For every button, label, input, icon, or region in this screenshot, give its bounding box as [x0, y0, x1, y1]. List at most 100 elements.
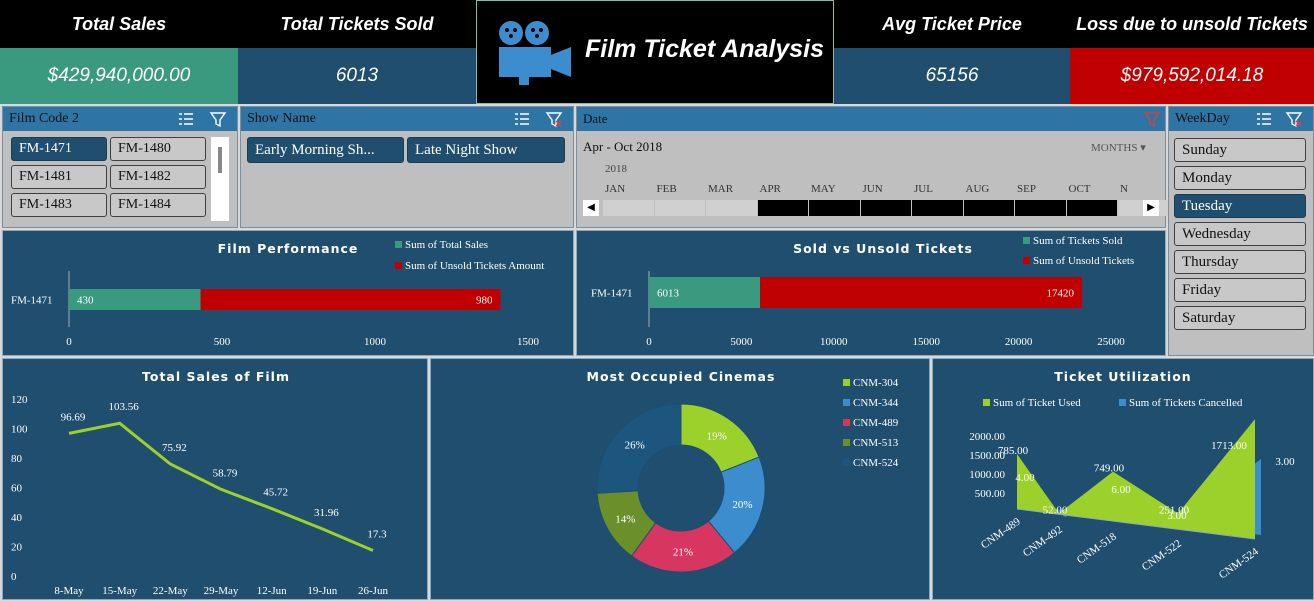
timeline-month-label: N: [1120, 183, 1128, 195]
multi-select-icon[interactable]: [513, 110, 531, 128]
tick-label: 40: [11, 512, 23, 524]
title-panel: Film Ticket Analysis: [476, 0, 834, 104]
timeline-month-cell[interactable]: [706, 200, 757, 216]
tick-label: 5000: [730, 336, 753, 348]
tick-label: 20000: [1005, 336, 1033, 348]
film-code-item[interactable]: FM-1482: [110, 165, 206, 189]
timeline-month-cell[interactable]: [963, 200, 1014, 216]
timeline-month-cell[interactable]: [1066, 200, 1117, 216]
total-sales-label: Total Sales: [0, 0, 238, 48]
tick-label: 8-May: [54, 585, 84, 597]
timeline-month-cell[interactable]: [912, 200, 963, 216]
tick-label: 1000: [364, 336, 387, 348]
tick-label: 26-Jun: [358, 585, 388, 597]
weekday-item[interactable]: Wednesday: [1174, 222, 1306, 246]
weekday-item[interactable]: Thursday: [1174, 250, 1306, 274]
data-label: 52.00: [1043, 504, 1068, 516]
weekday-item[interactable]: Saturday: [1174, 306, 1306, 330]
timeline-month-cell[interactable]: [654, 200, 705, 216]
timeline-month-label: SEP: [1017, 183, 1036, 195]
sold-vs-unsold-chart: Sold vs Unsold Tickets Sum of Tickets So…: [576, 230, 1166, 356]
weekday-item[interactable]: Tuesday: [1174, 194, 1306, 218]
movie-camera-icon: [499, 21, 571, 85]
film-performance-plot: FM-1471 430 980 0 500 1000 1500: [11, 271, 540, 348]
timeline-month-label: MAY: [811, 183, 836, 195]
timeline-month-cell[interactable]: [1015, 200, 1066, 216]
weekday-item[interactable]: Sunday: [1174, 138, 1306, 162]
total-sales-value: $429,940,000.00: [0, 48, 238, 104]
film-performance-chart: Film Performance Sum of Total Sales Sum …: [2, 230, 574, 356]
tick-label: 0: [66, 336, 72, 348]
bar-segment: [200, 289, 501, 310]
timeline-month-cell[interactable]: [603, 200, 654, 216]
date-timeline: Date Apr - Oct 2018 MONTHS ▾ 2018 JAN FEB…: [576, 106, 1169, 228]
multi-select-icon[interactable]: [177, 110, 195, 128]
tick-label: 22-May: [153, 585, 188, 597]
time-level-label: MONTHS: [1091, 142, 1138, 154]
category-label: FM-1471: [11, 295, 53, 307]
total-sales-line-chart: Total Sales of Film 0 20 40 60 80 100 120 96.69…: [2, 358, 428, 600]
film-code-item[interactable]: FM-1484: [110, 193, 206, 217]
weekday-item[interactable]: Friday: [1174, 278, 1306, 302]
total-sales-plot: 0 20 40 60 80 100 120 96.69 8-May 103.56 15-May 75.…: [11, 394, 388, 597]
data-label: 4.00: [1015, 472, 1035, 484]
tick-label: 15-May: [102, 585, 137, 597]
multi-select-icon[interactable]: [1255, 110, 1273, 128]
scroll-right-icon[interactable]: ▶: [1143, 200, 1159, 216]
avg-price-label: Avg Ticket Price: [834, 0, 1070, 48]
tick-label: CNM-518: [1075, 530, 1119, 566]
timeline-month-cell[interactable]: [757, 200, 808, 216]
tick-label: CNM-489: [979, 515, 1023, 551]
clear-filter-icon[interactable]: [545, 110, 563, 128]
tick-label: 10000: [820, 336, 848, 348]
tick-label: 120: [11, 394, 28, 406]
film-code-item[interactable]: FM-1483: [11, 193, 107, 217]
weekday-slicer-header: WeekDay: [1169, 107, 1313, 131]
timeline-month-label: JUL: [914, 183, 933, 195]
timeline-month-cell[interactable]: [860, 200, 911, 216]
data-label: 26%: [625, 440, 645, 452]
scroll-left-icon[interactable]: ◀: [583, 200, 599, 216]
tick-label: 2000.00: [969, 431, 1005, 443]
data-label: 45.72: [263, 487, 288, 499]
weekday-item[interactable]: Monday: [1174, 166, 1306, 190]
tick-label: 0: [11, 571, 17, 583]
loss-value: $979,592,014.18: [1070, 48, 1314, 104]
film-code-item[interactable]: FM-1480: [110, 137, 206, 161]
tick-label: 29-May: [204, 585, 239, 597]
timeline-month-label: AUG: [965, 183, 990, 195]
timeline-year: 2018: [605, 163, 627, 175]
timeline-months: JAN FEB MAR APR MAY JUN JUL AUG SEP OCT N: [577, 183, 1167, 197]
clear-filter-icon[interactable]: [1285, 110, 1303, 128]
data-label: 785.00: [998, 445, 1029, 457]
time-level-dropdown[interactable]: MONTHS ▾: [1091, 141, 1146, 154]
data-label: 58.79: [213, 467, 238, 479]
timeline-bar[interactable]: [603, 200, 1169, 216]
tick-label: CNM-524: [1217, 545, 1261, 581]
show-name-slicer-header: Show Name: [241, 107, 573, 131]
timeline-month-label: FEB: [656, 183, 677, 195]
most-occupied-cinemas-chart: Most Occupied Cinemas CNM-304 CNM-344 CNM-…: [430, 358, 930, 600]
slicer-scrollbar[interactable]: [211, 137, 229, 221]
data-label: 980: [476, 295, 493, 307]
film-code-item[interactable]: FM-1481: [11, 165, 107, 189]
tick-label: 25000: [1097, 336, 1125, 348]
tick-label: 1500: [517, 336, 540, 348]
film-code-slicer: Film Code 2 FM-1471 FM-1480 FM-1481 FM-1…: [2, 106, 238, 228]
clear-filter-icon[interactable]: [1143, 110, 1161, 128]
date-range-label: Apr - Oct 2018: [583, 139, 663, 154]
data-label: 20%: [732, 499, 752, 511]
show-name-item[interactable]: Early Morning Sh...: [247, 137, 404, 163]
timeline-month-cell[interactable]: [809, 200, 860, 216]
tick-label: 100: [11, 424, 28, 436]
film-code-item[interactable]: FM-1471: [11, 137, 107, 161]
film-code-slicer-title: Film Code 2: [9, 111, 80, 126]
tick-label: CNM-492: [1021, 524, 1065, 560]
tickets-sold-label: Total Tickets Sold: [238, 0, 476, 48]
tick-label: 80: [11, 453, 23, 465]
clear-filter-icon[interactable]: [209, 110, 227, 128]
film-code-slicer-header: Film Code 2: [3, 107, 237, 131]
data-label: 75.92: [162, 442, 187, 454]
show-name-item[interactable]: Late Night Show: [407, 137, 565, 163]
bar-segment: [760, 277, 1083, 308]
